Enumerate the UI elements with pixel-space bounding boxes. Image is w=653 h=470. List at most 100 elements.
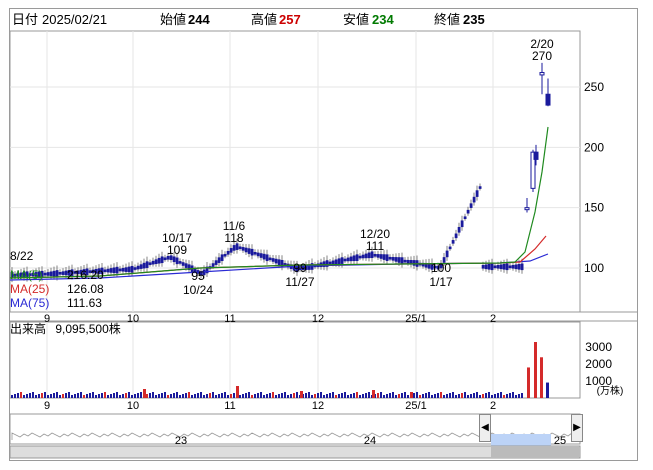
candle-body: [160, 256, 164, 264]
volume-bar: [200, 392, 202, 398]
volume-bar: [395, 395, 397, 398]
candle-body: [244, 247, 248, 253]
candle-body: [241, 247, 245, 251]
y-tick-label: 200: [584, 140, 604, 154]
annotation-date: 11/27: [285, 275, 314, 289]
candle-body: [238, 246, 242, 250]
candle-body: [46, 272, 50, 276]
volume-bar: [191, 395, 193, 398]
candle-body: [211, 263, 215, 267]
volume-bar: [300, 391, 303, 398]
candle-body: [118, 268, 122, 272]
candle-body: [502, 263, 506, 270]
volume-bar: [512, 392, 514, 398]
candle-body: [451, 240, 455, 244]
volume-bar: [194, 394, 196, 398]
volume-x-tick-label: 12: [312, 400, 324, 412]
candle-body: [355, 254, 359, 261]
volume-bar: [176, 392, 178, 398]
volume-bar: [230, 394, 232, 398]
x-tick-label: 2: [490, 313, 496, 325]
volume-bar: [419, 395, 421, 398]
volume-bar: [245, 393, 247, 398]
candle-body: [478, 186, 482, 189]
volume-bar: [161, 393, 163, 398]
volume-bar: [425, 393, 427, 398]
navigator-right-handle[interactable]: ▶: [571, 414, 583, 442]
candle-body: [403, 259, 407, 263]
volume-bar: [326, 394, 328, 398]
volume-bar: [500, 392, 502, 398]
volume-bar: [488, 392, 490, 398]
volume-bar: [455, 395, 457, 398]
volume-bar: [401, 393, 403, 398]
volume-bar: [239, 395, 241, 398]
candle-body: [220, 254, 224, 262]
volume-x-tick-label: 10: [127, 400, 139, 412]
volume-bar: [89, 393, 91, 398]
candle-body: [367, 252, 371, 259]
candle-body: [259, 253, 263, 258]
volume-bar: [353, 393, 355, 398]
volume-bar: [296, 392, 298, 398]
candle-body: [388, 256, 392, 260]
volume-bar: [107, 395, 109, 398]
volume-bar: [506, 394, 508, 398]
candle-body: [412, 260, 416, 266]
volume-bar: [404, 392, 406, 398]
candle-body: [253, 252, 257, 255]
volume-bar: [110, 394, 112, 398]
volume-bar: [344, 392, 346, 398]
volume-bar: [218, 394, 220, 398]
ma5-legend: MA(5) 216.20: [10, 268, 104, 282]
volume-bar: [119, 395, 121, 398]
candle-body: [364, 253, 368, 259]
volume-bar: [215, 395, 217, 398]
navigator-left-handle[interactable]: ◀: [479, 414, 491, 442]
ma25-value: 126.08: [67, 282, 104, 296]
candle-body: [376, 254, 380, 258]
volume-bar: [458, 394, 460, 398]
volume-bar: [308, 392, 310, 398]
candle-body: [49, 271, 53, 277]
candle-body: [511, 264, 515, 269]
candle-body: [232, 245, 236, 251]
volume-bar: [92, 392, 94, 398]
candle-body: [139, 264, 143, 269]
annotation-date: 10/24: [183, 283, 213, 297]
volume-bar: [305, 393, 307, 398]
annotation-value: 111: [366, 239, 385, 253]
volume-bar: [17, 393, 19, 398]
ma5-value: 216.20: [67, 268, 104, 282]
candle-body: [277, 259, 281, 265]
candle-body: [533, 151, 539, 160]
volume-label: 出来高: [10, 322, 47, 336]
candle-body: [394, 257, 398, 262]
candle-body: [496, 264, 500, 269]
candle-body: [385, 254, 389, 261]
volume-y-tick-label: 2000: [585, 357, 612, 371]
candle-body: [181, 262, 185, 266]
volume-bar: [44, 392, 46, 398]
volume-bar: [203, 395, 205, 398]
volume-bar: [206, 394, 208, 398]
annotation-date: 1/17: [429, 275, 453, 289]
volume-bar: [461, 393, 463, 398]
candle-body: [112, 267, 116, 274]
volume-bar: [269, 393, 271, 398]
volume-bar: [329, 393, 331, 398]
candle-body: [445, 250, 449, 258]
volume-bar: [368, 392, 370, 398]
candle-body: [328, 261, 332, 265]
candle-body: [172, 256, 176, 263]
volume-bar: [534, 342, 537, 398]
volume-bar: [338, 394, 340, 398]
volume-bar: [152, 392, 154, 398]
candle-body: [115, 266, 119, 274]
candle-body: [256, 252, 260, 257]
volume-bar: [341, 393, 343, 398]
volume-bar: [540, 357, 543, 398]
candle-body: [352, 255, 356, 262]
candle-body: [454, 233, 458, 239]
annotation-value: 270: [532, 49, 552, 63]
